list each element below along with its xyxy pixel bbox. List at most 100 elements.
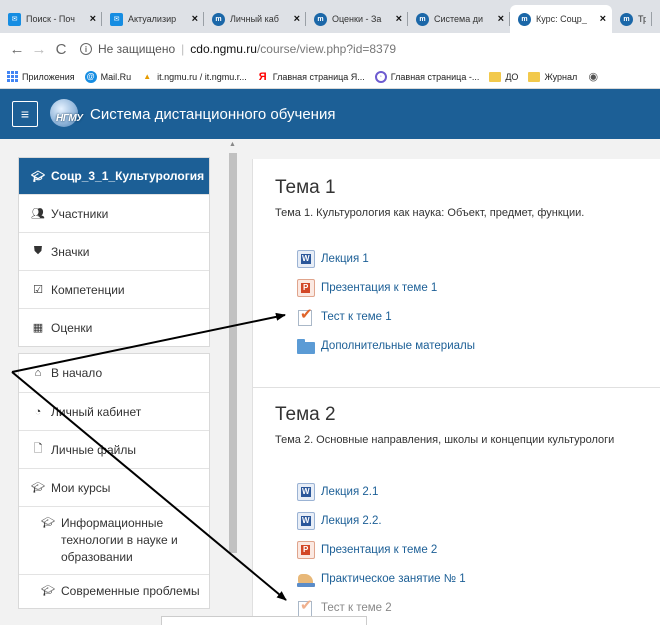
bookmark-zhurnal[interactable]: Журнал (528, 71, 577, 82)
activity-label[interactable]: Презентация к теме 2 (321, 544, 437, 556)
activity-link-quiz[interactable]: Тест к теме 1 (297, 305, 392, 326)
drawer-item-course-modern[interactable]: 🎓︎ Современные проблемы (19, 574, 209, 608)
hamburger-menu-icon[interactable]: ≡ (12, 101, 38, 127)
activity-label[interactable]: Лекция 2.1 (321, 486, 378, 498)
activity-link[interactable]: Презентация к теме 2 (297, 541, 437, 559)
moodle-icon: m (212, 12, 225, 26)
activity-link[interactable]: Лекция 2.1 (297, 483, 378, 501)
url-host[interactable]: cdo.ngmu.ru (190, 42, 257, 56)
bookmark-globe[interactable]: ◉ (587, 71, 603, 83)
drawer-item-dashboard[interactable]: ◔ Личный кабинет (19, 392, 209, 430)
drawer-item-label: Участники (51, 206, 109, 221)
reload-icon[interactable]: C (52, 40, 70, 58)
bookmark-glav[interactable]: ◦ Главная страница -... (374, 70, 480, 83)
course-nav-group: 🎓︎ Соцр_3_1_Культурология 👥︎ Участники ⛊… (18, 157, 210, 347)
browser-tab[interactable]: m Система ди × (408, 5, 510, 33)
bookmark-label: Главная страница Я... (272, 71, 365, 82)
browser-tab[interactable]: ✉ Актуализир × (102, 5, 204, 33)
activity-link[interactable]: Дополнительные материалы (297, 337, 475, 355)
scroll-up-icon[interactable]: ▲ (229, 141, 236, 148)
activity-link[interactable]: Лекция 2.2. (297, 512, 382, 530)
back-arrow-icon[interactable]: ← (8, 40, 26, 58)
browser-tab[interactable]: m Тре (612, 5, 652, 33)
bookmark-apps[interactable]: Приложения (6, 70, 75, 83)
scroll-thumb[interactable] (229, 153, 237, 553)
drawer-item-private-files[interactable]: 🗋︎ Личные файлы (19, 430, 209, 468)
quiz-icon (297, 305, 315, 326)
drawer-item-my-courses[interactable]: 🎓︎ Мои курсы (19, 468, 209, 506)
browser-tab[interactable]: m Личный каб × (204, 5, 306, 33)
drawer-item-label: Личный кабинет (51, 404, 142, 419)
close-icon[interactable]: × (294, 13, 300, 25)
drawer-item-label: Оценки (51, 320, 93, 335)
mail-icon: ✉ (8, 12, 21, 26)
activity-label[interactable]: Дополнительные материалы (321, 340, 475, 352)
drawer-item-home[interactable]: ⌂ В начало (19, 354, 209, 392)
activity-label[interactable]: Тест к теме 1 (321, 311, 392, 323)
site-name[interactable]: Система дистанционного обучения (90, 106, 335, 123)
url-field[interactable]: i Не защищено | cdo.ngmu.ru /course/view… (80, 42, 396, 56)
word-document-icon (297, 483, 315, 501)
drawer-item-label: Соцр_3_1_Культурология (51, 169, 205, 183)
section-divider (253, 387, 660, 388)
activity-link[interactable]: Лекция 1 (297, 250, 369, 268)
close-icon[interactable]: × (600, 13, 606, 25)
activity-label[interactable]: Презентация к теме 1 (321, 282, 437, 294)
drawer-item-label: Компетенции (51, 282, 125, 297)
course-sections: Тема 1 Тема 1. Культурология как наука: … (252, 159, 660, 625)
bookmark-do[interactable]: ДО (489, 71, 519, 82)
drawer-item-course-it[interactable]: 🎓︎ Информационные технологии в науке и о… (19, 506, 209, 574)
shield-icon: ⛊ (33, 245, 43, 257)
home-icon: ⌂ (34, 367, 42, 379)
drawer-item-label: В начало (51, 366, 103, 380)
powerpoint-icon (297, 541, 315, 559)
bookmark-label: ДО (505, 71, 519, 82)
browser-tab[interactable]: ✉ Поиск - Поч × (0, 5, 102, 33)
browser-tab-active[interactable]: m Курс: Соцр_ × (510, 5, 612, 33)
bookmark-label: Главная страница -... (390, 71, 480, 82)
close-icon[interactable]: × (498, 13, 504, 25)
moodle-icon: m (518, 12, 531, 26)
checkbox-icon: ☑ (33, 284, 43, 296)
drawer-item-grades[interactable]: ▦ Оценки (19, 308, 209, 346)
close-icon[interactable]: × (396, 13, 402, 25)
moodle-icon: m (620, 12, 633, 26)
section-title[interactable]: Тема 2 (275, 404, 336, 426)
activity-link[interactable]: Практическое занятие № 1 (297, 570, 466, 588)
bookmark-yandex[interactable]: Я Главная страница Я... (257, 71, 365, 83)
nav-drawer: 🎓︎ Соцр_3_1_Культурология 👥︎ Участники ⛊… (0, 139, 240, 625)
activity-link[interactable]: Презентация к теме 1 (297, 279, 437, 297)
address-bar: ← → C i Не защищено | cdo.ngmu.ru /cours… (0, 33, 660, 65)
apps-icon (6, 70, 18, 83)
activity-label[interactable]: Тест к теме 2 (321, 602, 392, 614)
activity-label[interactable]: Лекция 2.2. (321, 515, 382, 527)
tab-label: Личный каб (230, 14, 279, 24)
mortarboard-icon: 🎓︎ (31, 170, 45, 183)
drawer-scrollbar[interactable]: ▲ (228, 139, 238, 625)
activity-label[interactable]: Практическое занятие № 1 (321, 573, 466, 585)
drawer-item-competencies[interactable]: ☑ Компетенции (19, 270, 209, 308)
browser-tab[interactable]: m Оценки - За × (306, 5, 408, 33)
globe-icon: ◉ (588, 71, 599, 83)
activity-label[interactable]: Лекция 1 (321, 253, 369, 265)
drawer-item-participants[interactable]: 👥︎ Участники (19, 194, 209, 232)
quiz-icon (297, 596, 315, 617)
site-header: ≡ НГМУ Система дистанционного обучения (0, 89, 660, 139)
activity-link-quiz[interactable]: Тест к теме 2 (297, 596, 392, 617)
mortarboard-icon: 🎓︎ (31, 482, 45, 494)
info-icon[interactable]: i (80, 43, 92, 55)
site-nav-group: ⌂ В начало ◔ Личный кабинет 🗋︎ Личные фа… (18, 353, 210, 609)
url-path[interactable]: /course/view.php?id=8379 (257, 42, 396, 56)
close-icon[interactable]: × (90, 13, 96, 25)
bookmark-itngmu[interactable]: ▲ it.ngmu.ru / it.ngmu.r... (141, 71, 247, 83)
bookmark-mailru[interactable]: @ Mail.Ru (84, 70, 131, 83)
close-icon[interactable]: × (192, 13, 198, 25)
drawer-item-course[interactable]: 🎓︎ Соцр_3_1_Культурология (19, 158, 209, 194)
ngmu-logo[interactable]: НГМУ (48, 97, 86, 131)
drawer-item-label: Личные файлы (51, 442, 136, 457)
section-title[interactable]: Тема 1 (275, 177, 336, 199)
forward-arrow-icon[interactable]: → (30, 40, 48, 58)
security-status[interactable]: Не защищено (98, 42, 175, 56)
drawer-item-badges[interactable]: ⛊ Значки (19, 232, 209, 270)
yandex-icon: Я (258, 70, 267, 83)
